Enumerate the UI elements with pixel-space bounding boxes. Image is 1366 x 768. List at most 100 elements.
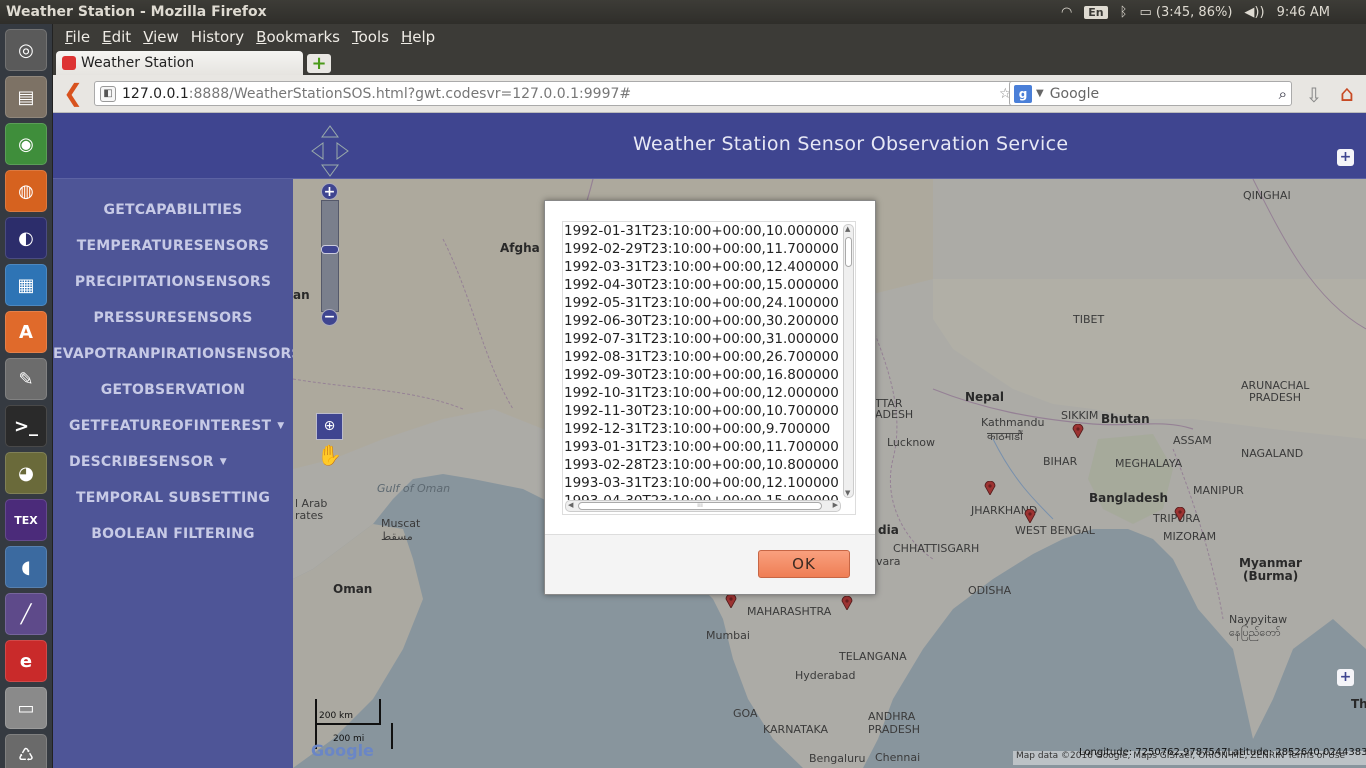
pan-hand-icon[interactable]: ✋	[316, 443, 343, 470]
terminal-icon[interactable]: >_	[5, 405, 47, 447]
files-icon[interactable]: ▤	[5, 76, 47, 118]
search-icon[interactable]: ⌕	[1279, 85, 1291, 103]
bluetooth-icon[interactable]: ᛒ	[1120, 5, 1128, 20]
dash-home-icon[interactable]: ◎	[5, 29, 47, 71]
search-engine-dropdown-icon[interactable]: ▼	[1036, 88, 1044, 99]
tex-icon[interactable]: TEX	[5, 499, 47, 541]
vertical-scrollbar-thumb[interactable]	[845, 237, 852, 267]
search-input[interactable]: Google	[1050, 86, 1279, 102]
menu-bookmarks[interactable]: Bookmarks	[250, 28, 346, 46]
sidebar-item-getobservation[interactable]: GETOBSERVATION	[53, 382, 293, 398]
site-identity-icon[interactable]: ◧	[100, 85, 116, 102]
text-editor-icon[interactable]: ✎	[5, 358, 47, 400]
firefox-icon[interactable]: ◍	[5, 170, 47, 212]
observation-line: 1992-08-31T23:10:00+00:00,26.700000	[564, 349, 839, 365]
eclipse-icon[interactable]: ◐	[5, 217, 47, 259]
scroll-down-icon[interactable]: ▼	[845, 489, 850, 497]
ok-button[interactable]: OK	[758, 550, 850, 578]
sidebar-item-label: TEMPORAL SUBSETTING	[75, 490, 271, 506]
observation-line: 1992-06-30T23:10:00+00:00,30.200000	[564, 313, 839, 329]
scroll-right-icon[interactable]: ▶	[833, 501, 838, 509]
menu-view[interactable]: View	[137, 28, 185, 46]
layer-switcher-icon[interactable]: +	[1337, 669, 1354, 686]
pidgin-icon[interactable]: ◕	[5, 452, 47, 494]
battery-text: (3:45, 86%)	[1155, 4, 1233, 20]
battery-indicator[interactable]: ▭ (3:45, 86%)	[1139, 5, 1232, 20]
observation-line: 1992-10-31T23:10:00+00:00,12.000000	[564, 385, 839, 401]
scroll-up-icon[interactable]: ▲	[845, 225, 850, 233]
url-bar[interactable]: ◧ 127.0.0.1:8888/WeatherStationSOS.html?…	[94, 81, 1051, 106]
search-engine-icon[interactable]: g	[1014, 84, 1032, 103]
scroll-left-icon[interactable]: ◀	[568, 501, 573, 509]
zoom-in-button[interactable]: +	[321, 183, 338, 200]
page-title: Weather Station Sensor Observation Servi…	[633, 133, 1069, 155]
zoom-out-button[interactable]: −	[321, 309, 338, 326]
wifi-icon[interactable]: ◠	[1061, 5, 1072, 20]
observation-line: 1992-12-31T23:10:00+00:00,9.700000	[564, 421, 831, 437]
pan-down-icon	[321, 164, 339, 177]
google-logo: Google	[311, 741, 374, 760]
sidebar-item-evapotranpirationsensors[interactable]: EVAPOTRANPIRATIONSENSORS	[53, 346, 302, 362]
volume-icon[interactable]: ◀))	[1244, 5, 1264, 20]
menu-edit[interactable]: Edit	[96, 28, 137, 46]
app-header: Weather Station Sensor Observation Servi…	[53, 113, 1366, 179]
vertical-scrollbar[interactable]: ▲ ▼	[843, 224, 854, 498]
home-icon[interactable]: ⌂	[1335, 82, 1359, 107]
observation-line: 1992-02-29T23:10:00+00:00,11.700000	[564, 241, 839, 257]
pan-up-icon	[321, 125, 339, 138]
pen-tool-icon[interactable]: ╱	[5, 593, 47, 635]
tab-weather-station[interactable]: Weather Station	[56, 51, 303, 75]
tab-bar: Weather Station +	[53, 50, 1366, 75]
drive-icon[interactable]: ▭	[5, 687, 47, 729]
sidebar-item-getcapabilities[interactable]: GETCAPABILITIES	[53, 202, 293, 218]
caret-down-icon: ▼	[219, 457, 227, 467]
sidebar-item-label: GETFEATUREOFINTEREST	[69, 418, 272, 434]
menu-tools[interactable]: Tools	[346, 28, 395, 46]
navigation-toolbar: ❮ ◧ 127.0.0.1:8888/WeatherStationSOS.htm…	[53, 75, 1366, 113]
sidebar-item-precipitationsensors[interactable]: PRECIPITATIONSENSORS	[53, 274, 293, 290]
chrome-icon[interactable]: ◉	[5, 123, 47, 165]
battery-icon: ▭	[1139, 4, 1152, 20]
postgresql-icon[interactable]: ◖	[5, 546, 47, 588]
menu-history[interactable]: History	[185, 28, 250, 46]
menu-help[interactable]: Help	[395, 28, 441, 46]
trash-icon[interactable]: ♺	[5, 734, 47, 768]
url-host: 127.0.0.1	[122, 85, 189, 102]
new-tab-button[interactable]: +	[307, 54, 331, 73]
observation-line: 1993-04-30T23:10:00+00:00,15.900000	[564, 492, 844, 500]
observation-dialog: 1992-01-31T23:10:00+00:00,10.000000 1992-…	[544, 200, 876, 595]
sidebar-item-temperaturesensors[interactable]: TEMPERATURESENSORS	[53, 238, 293, 254]
header-expand-icon[interactable]: +	[1337, 149, 1354, 166]
observation-textarea[interactable]: 1992-01-31T23:10:00+00:00,10.000000 1992-…	[562, 221, 856, 515]
menu-file[interactable]: File	[59, 28, 96, 46]
sidebar-item-pressuresensors[interactable]: PRESSURESENSORS	[53, 310, 293, 326]
scale-km-label: 200 km	[319, 711, 354, 721]
pan-control[interactable]	[311, 125, 349, 177]
sidebar-item-boolean-filtering[interactable]: BOOLEAN FILTERING	[53, 526, 293, 542]
mouse-coordinates: Longitude: 7250762.9787547Latitude: 2852…	[1079, 747, 1366, 758]
zoom-slider[interactable]	[321, 200, 339, 312]
horizontal-scrollbar[interactable]: ◀ ⁞⁞⁞ ▶	[565, 500, 841, 512]
observation-line: 1992-09-30T23:10:00+00:00,16.800000	[564, 367, 839, 383]
sidebar-item-temporal-subsetting[interactable]: TEMPORAL SUBSETTING	[53, 490, 293, 506]
observation-text[interactable]: 1992-01-31T23:10:00+00:00,10.000000 1992-…	[564, 222, 844, 500]
zoom-box-icon[interactable]: ⊕	[316, 413, 343, 440]
software-center-icon[interactable]: A	[5, 311, 47, 353]
keyboard-layout-indicator[interactable]: En	[1084, 5, 1108, 19]
sidebar-item-describesensor[interactable]: DESCRIBESENSOR ▼	[53, 454, 293, 470]
sidebar-item-label: GETCAPABILITIES	[103, 202, 243, 218]
sidebar-item-getfeatureofinterest[interactable]: GETFEATUREOFINTEREST ▼	[53, 418, 293, 434]
downloads-icon[interactable]: ⇩	[1303, 83, 1325, 107]
app-e-icon[interactable]: e	[5, 640, 47, 682]
back-button[interactable]: ❮	[63, 81, 83, 106]
zoom-slider-handle[interactable]	[321, 245, 339, 254]
observation-line: 1992-11-30T23:10:00+00:00,10.700000	[564, 403, 839, 419]
sidebar-item-label: PRESSURESENSORS	[93, 310, 253, 326]
search-bar[interactable]: g ▼ Google ⌕	[1009, 81, 1292, 106]
clock[interactable]: 9:46 AM	[1277, 5, 1330, 20]
observation-line: 1992-01-31T23:10:00+00:00,10.000000	[564, 223, 839, 239]
sidebar-menu: GETCAPABILITIES TEMPERATURESENSORS PRECIPI…	[53, 179, 302, 768]
pan-left-icon	[311, 142, 324, 160]
image-viewer-icon[interactable]: ▦	[5, 264, 47, 306]
horizontal-scrollbar-thumb[interactable]: ⁞⁞⁞	[578, 502, 822, 510]
